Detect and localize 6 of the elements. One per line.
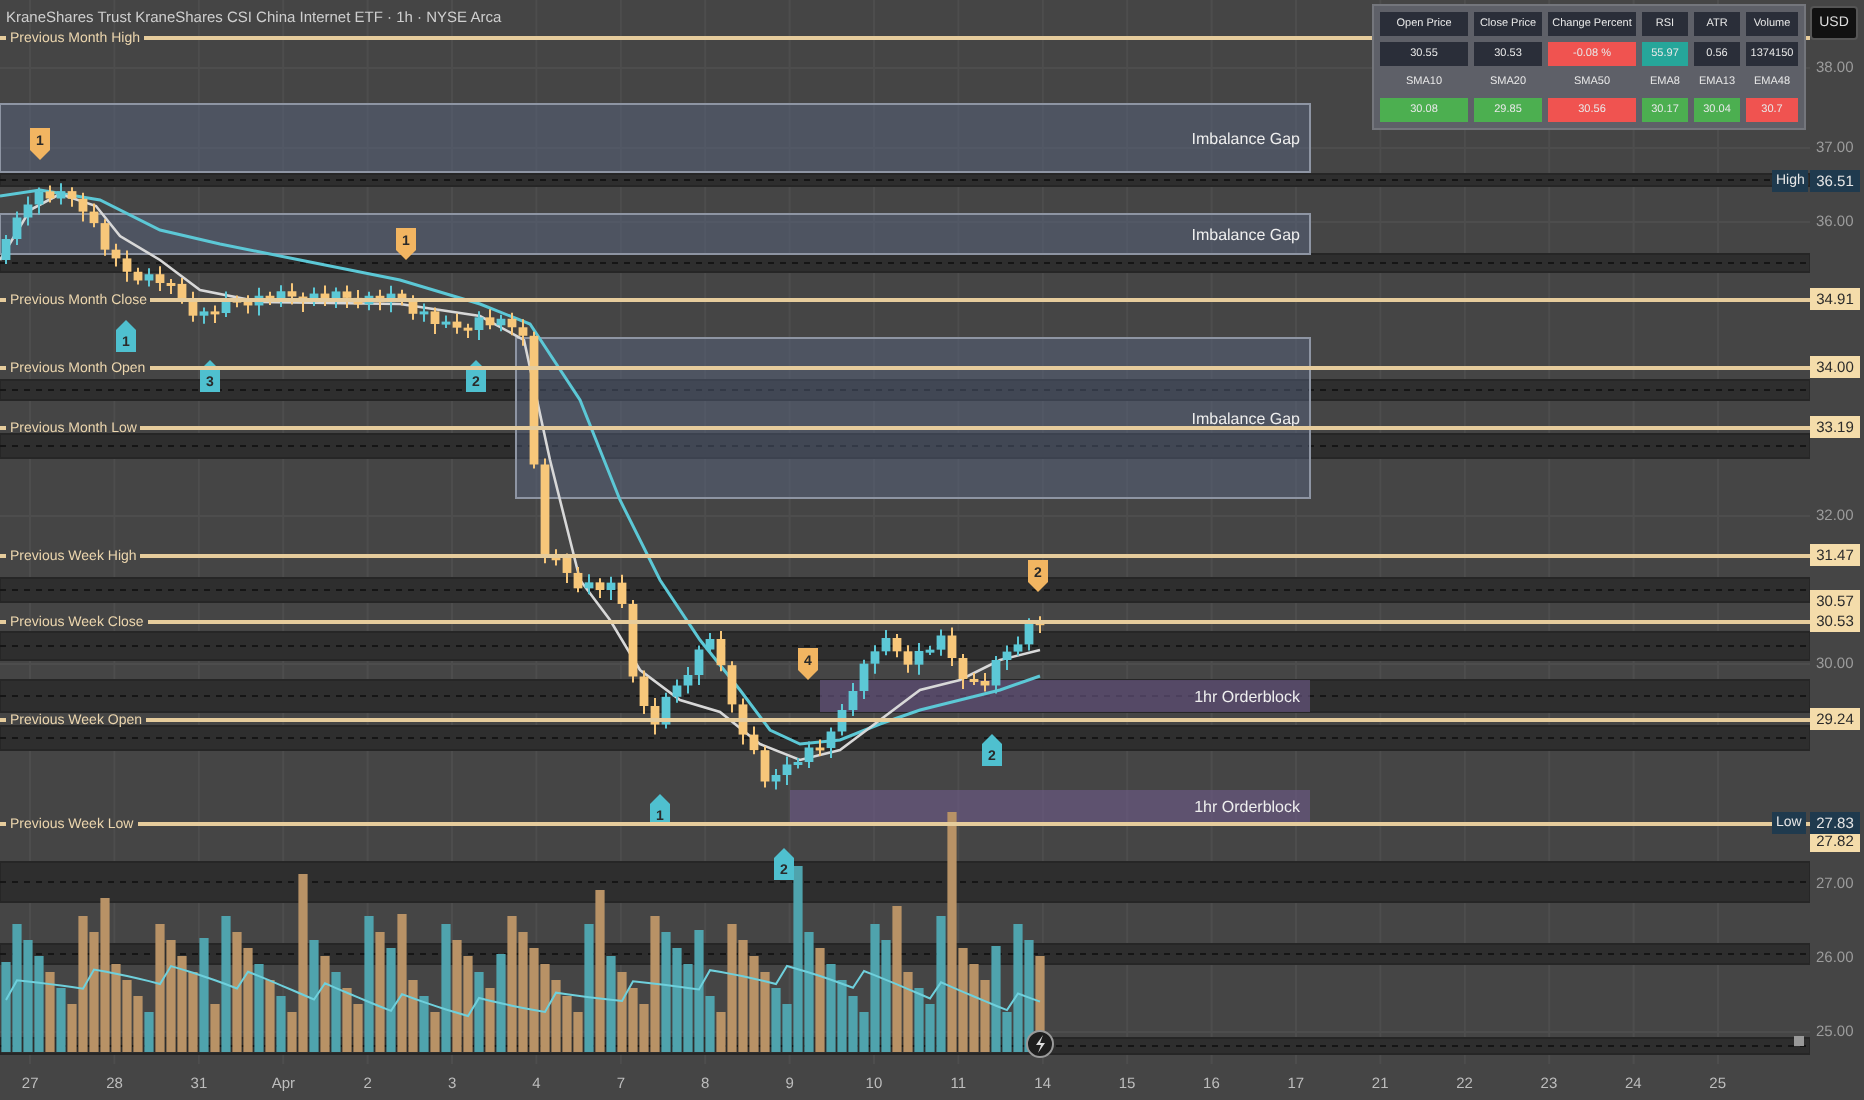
zone-label: Imbalance Gap: [1191, 130, 1300, 148]
zone-label: 1hr Orderblock: [1194, 688, 1300, 706]
zone-label: Imbalance Gap: [1191, 226, 1300, 244]
zone-label: Imbalance Gap: [1191, 410, 1300, 428]
zone-label: 1hr Orderblock: [1194, 798, 1300, 816]
replay-lightning-icon[interactable]: [1026, 1030, 1054, 1058]
